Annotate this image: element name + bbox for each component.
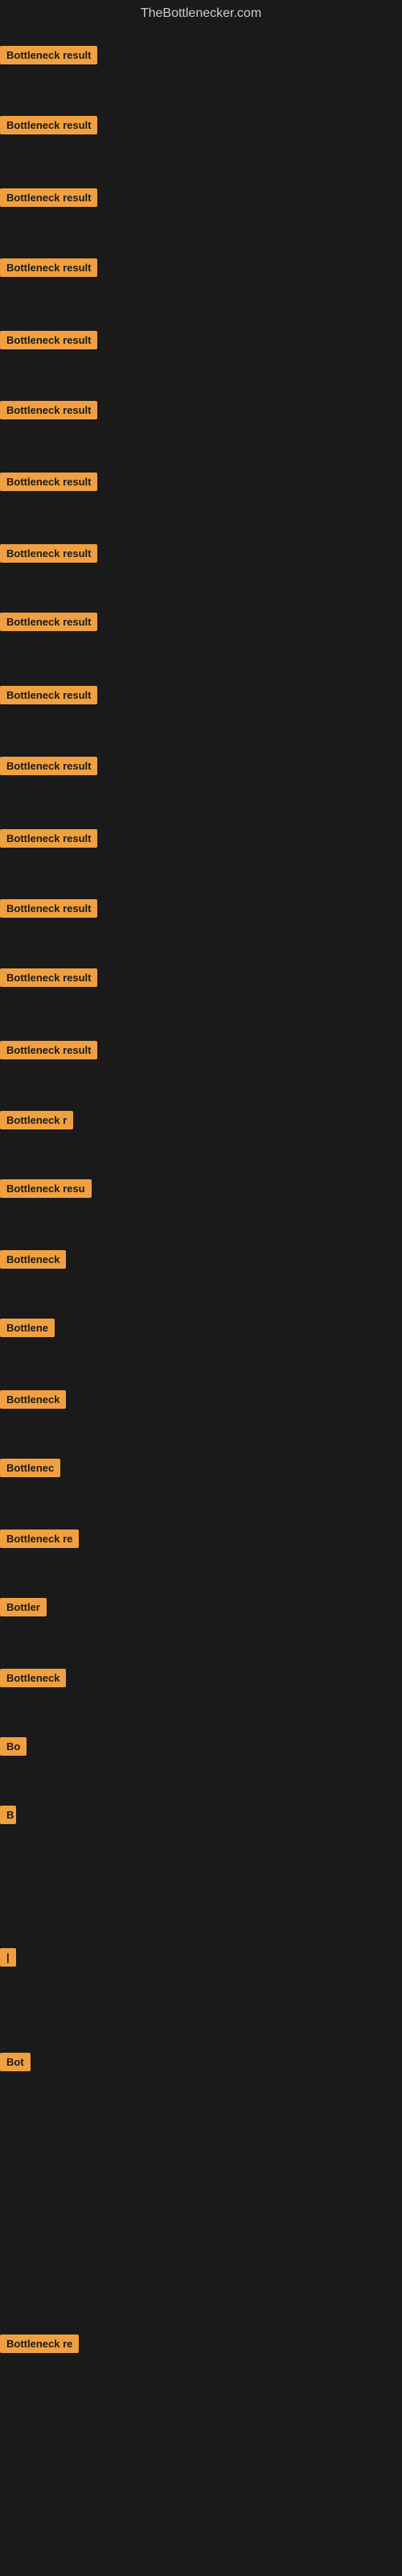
bottleneck-item[interactable]: Bottleneck result [0,899,97,922]
bottleneck-item[interactable]: Bottlene [0,1319,55,1341]
bottleneck-badge: Bottleneck re [0,1530,79,1548]
bottleneck-badge: Bottleneck result [0,686,97,704]
bottleneck-badge: Bottleneck result [0,968,97,987]
bottleneck-item[interactable]: Bottleneck [0,1669,66,1691]
bottleneck-item[interactable]: Bottleneck resu [0,1179,92,1202]
bottleneck-item[interactable]: Bottleneck result [0,613,97,635]
bottleneck-badge: | [0,1948,16,1967]
bottleneck-badge: Bottleneck result [0,899,97,918]
bottleneck-badge: Bottleneck [0,1669,66,1687]
bottleneck-item[interactable]: Bottleneck r [0,1111,73,1133]
site-title: TheBottlenecker.com [0,0,402,27]
bottleneck-badge: Bottler [0,1598,47,1616]
bottleneck-item[interactable]: Bottleneck result [0,829,97,852]
bottleneck-badge: Bottleneck [0,1390,66,1409]
bottleneck-badge: Bottleneck result [0,188,97,207]
bottleneck-badge: Bottleneck result [0,116,97,134]
bottleneck-badge: Bottleneck result [0,1041,97,1059]
bottleneck-badge: Bottleneck result [0,46,97,64]
bottleneck-item[interactable]: B [0,1806,16,1828]
bottleneck-badge: Bottleneck result [0,613,97,631]
bottleneck-badge: Bottleneck result [0,757,97,775]
bottleneck-item[interactable]: Bottleneck result [0,544,97,567]
bottleneck-item[interactable]: Bot [0,2053,31,2075]
bottleneck-item[interactable]: Bottleneck [0,1250,66,1273]
bottleneck-item[interactable]: Bottler [0,1598,47,1620]
bottleneck-badge: B [0,1806,16,1824]
site-title-text: TheBottlenecker.com [141,6,261,20]
bottleneck-item[interactable]: Bottleneck result [0,116,97,138]
bottleneck-item[interactable]: Bottlenec [0,1459,60,1481]
bottleneck-badge: Bottleneck result [0,331,97,349]
bottleneck-item[interactable]: Bottleneck result [0,686,97,708]
bottleneck-badge: Bottleneck result [0,544,97,563]
bottleneck-badge: Bottleneck result [0,473,97,491]
bottleneck-item[interactable]: Bottleneck re [0,1530,79,1552]
bottleneck-item[interactable]: Bottleneck result [0,968,97,991]
bottleneck-badge: Bottleneck [0,1250,66,1269]
bottleneck-badge: Bottlenec [0,1459,60,1477]
bottleneck-item[interactable]: Bottleneck result [0,1041,97,1063]
bottleneck-item[interactable]: Bottleneck result [0,757,97,779]
bottleneck-badge: Bottleneck result [0,401,97,419]
bottleneck-badge: Bottleneck result [0,258,97,277]
bottleneck-item[interactable]: Bo [0,1737,27,1760]
bottleneck-badge: Bo [0,1737,27,1756]
bottleneck-item[interactable]: Bottleneck result [0,258,97,281]
bottleneck-item[interactable]: Bottleneck re [0,2334,79,2357]
bottleneck-item[interactable]: Bottleneck [0,1390,66,1413]
bottleneck-badge: Bottlene [0,1319,55,1337]
bottleneck-item[interactable]: Bottleneck result [0,401,97,423]
bottleneck-badge: Bot [0,2053,31,2071]
bottleneck-badge: Bottleneck r [0,1111,73,1129]
bottleneck-badge: Bottleneck re [0,2334,79,2353]
bottleneck-item[interactable]: Bottleneck result [0,188,97,211]
bottleneck-badge: Bottleneck result [0,829,97,848]
bottleneck-item[interactable]: | [0,1948,16,1971]
bottleneck-item[interactable]: Bottleneck result [0,473,97,495]
bottleneck-item[interactable]: Bottleneck result [0,46,97,68]
bottleneck-badge: Bottleneck resu [0,1179,92,1198]
bottleneck-item[interactable]: Bottleneck result [0,331,97,353]
